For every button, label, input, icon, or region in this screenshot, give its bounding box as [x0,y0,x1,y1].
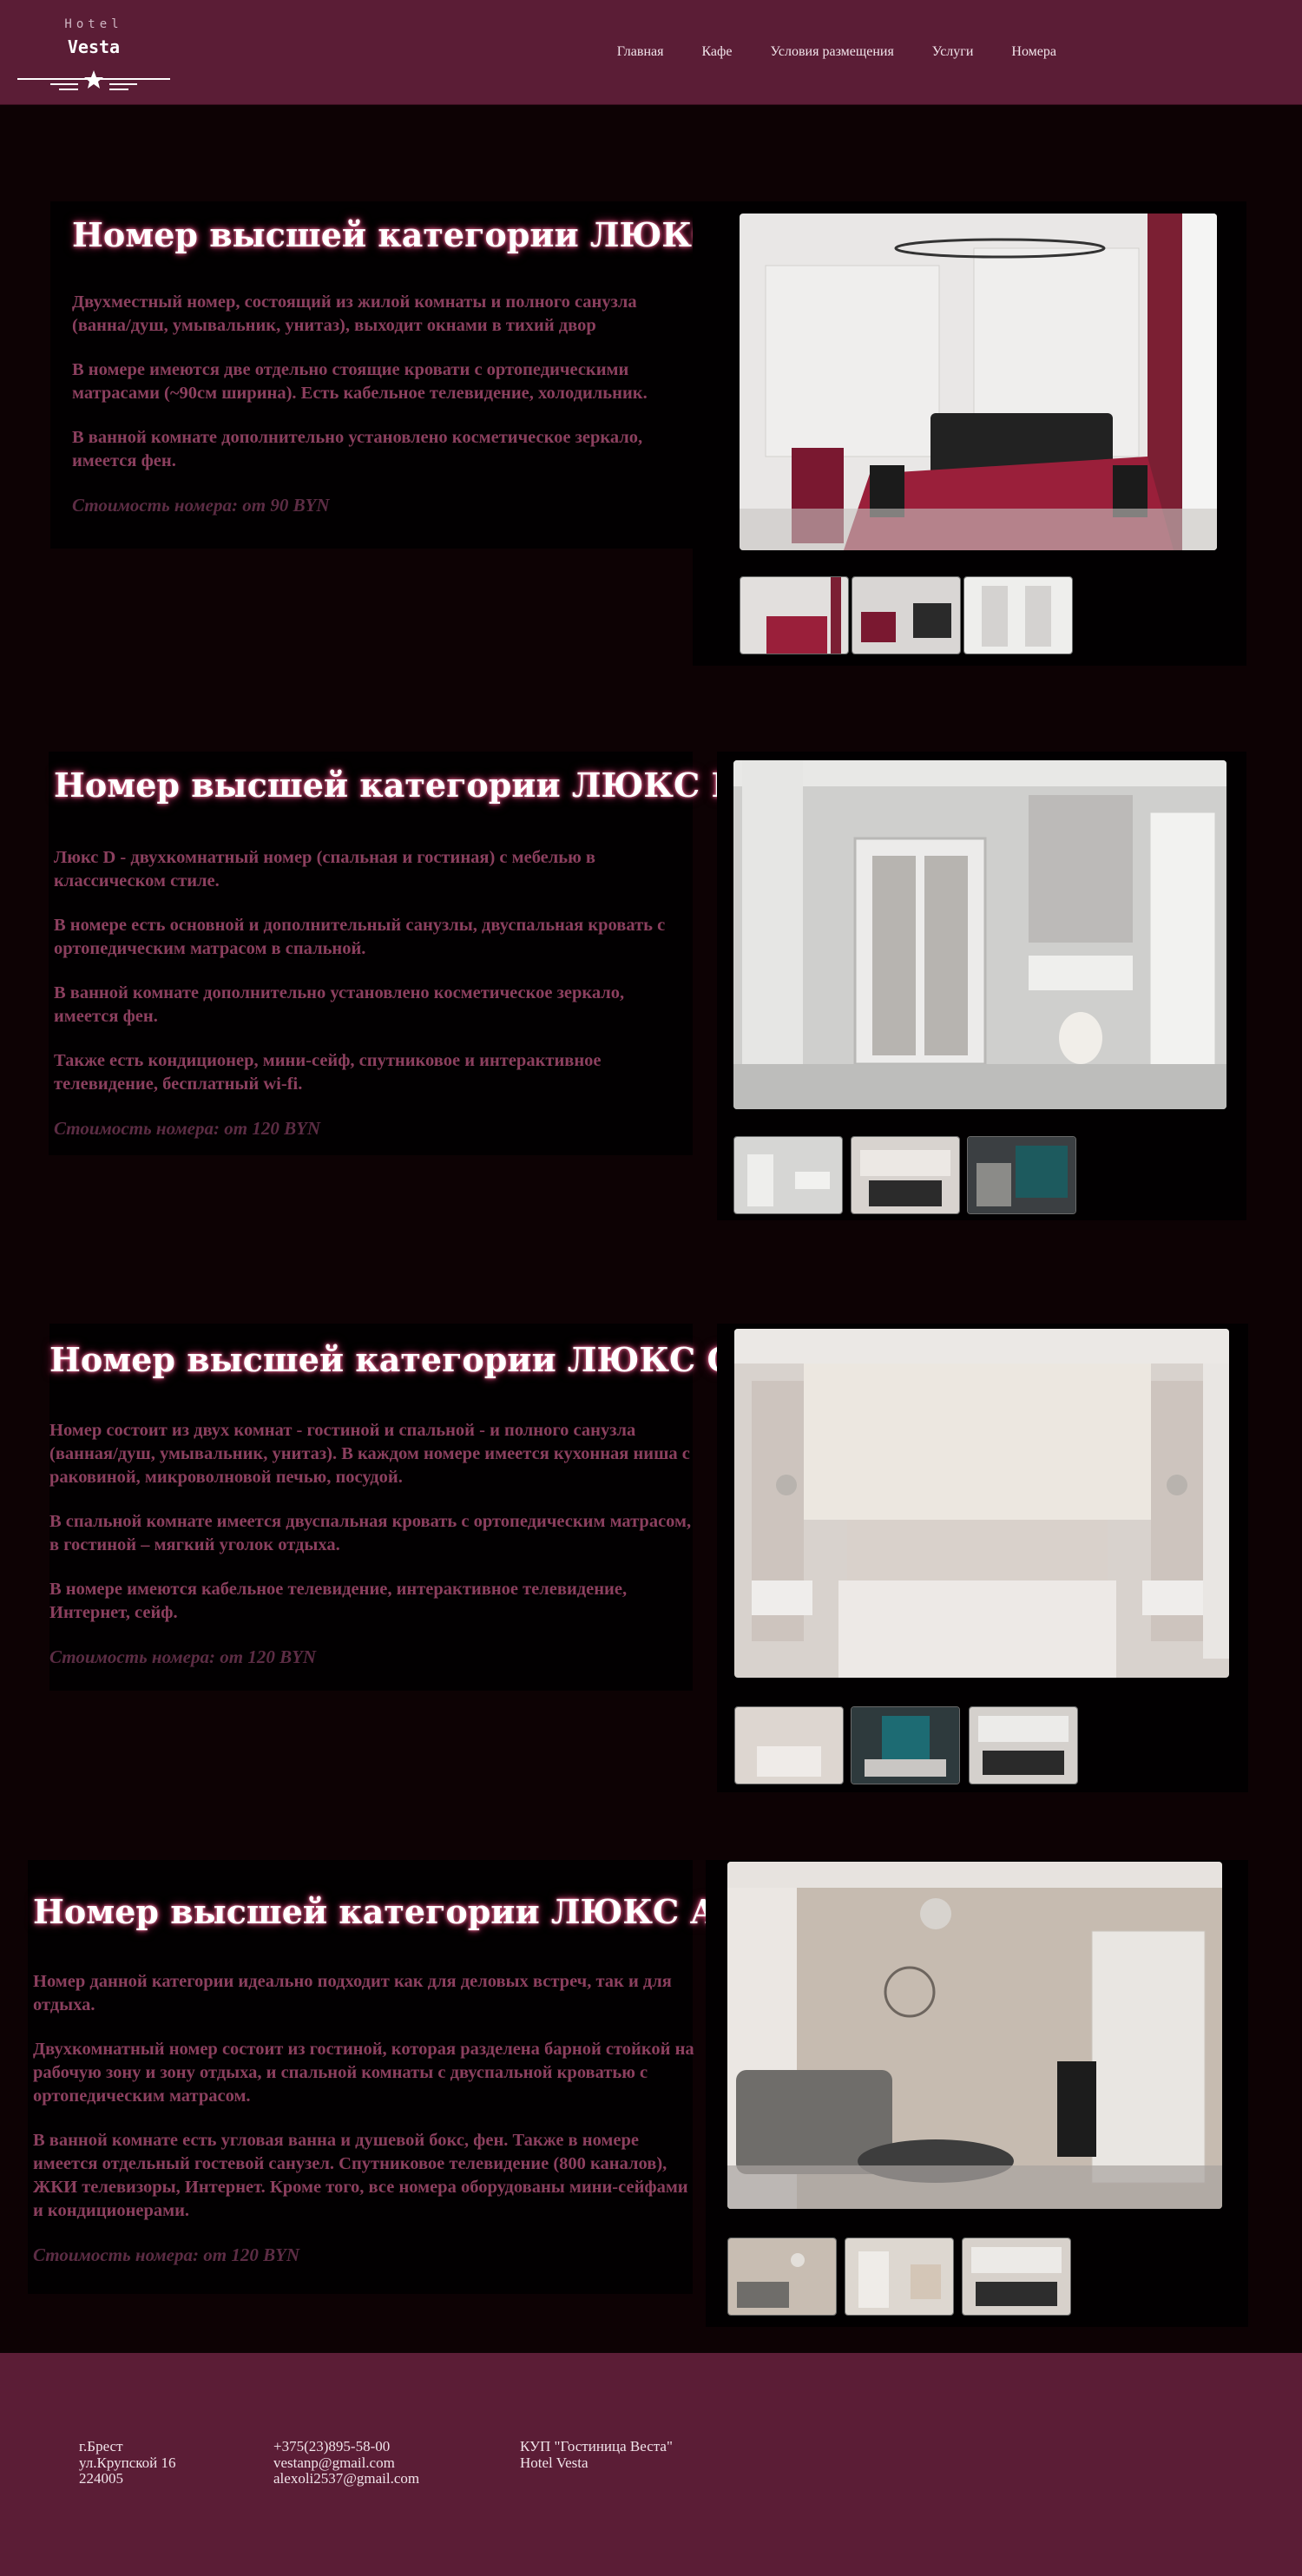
room-price: Стоимость номера: от 90 BYN [72,495,330,516]
room-title: Номер высшей категории ЛЮКС A [33,1892,716,1931]
room-thumb[interactable] [845,2238,954,2316]
room-paragraph: Номер состоит из двух комнат - гостиной … [49,1421,690,1487]
room-thumb[interactable] [969,1706,1078,1784]
room-paragraph: В номере есть основной и дополнительный … [54,916,666,958]
room-paragraph: Также есть кондиционер, мини-сейф, спутн… [54,1051,602,1094]
room-main-photo[interactable] [727,1862,1222,2209]
star-icon [84,70,103,89]
room-title: Номер высшей категории ЛЮКС B [72,215,758,254]
room-thumb[interactable] [851,1136,960,1214]
room-price: Стоимость номера: от 120 BYN [54,1118,321,1139]
room-thumb[interactable] [962,2238,1071,2316]
room-paragraph: В номере имеются кабельное телевидение, … [49,1580,628,1622]
main-nav: Главная Кафе Условия размещения Услуги Н… [617,0,1056,104]
footer-phone[interactable]: +375(23)895-58-00 [273,2438,419,2455]
room-price: Стоимость номера: от 120 BYN [49,1646,317,1667]
room-thumb[interactable] [733,1136,843,1214]
room-paragraph: Номер данной категории идеально подходит… [33,1972,672,2014]
footer-company-name: КУП "Гостиница Веста" [520,2438,673,2454]
footer-street: ул.Крупской 16 [79,2454,176,2471]
room-main-photo[interactable] [740,214,1217,550]
footer-email[interactable]: vestanp@gmail.com [273,2454,419,2472]
footer-postcode: 224005 [79,2470,123,2487]
site-header: Hotel Vesta Главная Кафе Условия размеще… [0,0,1302,105]
footer-company: КУП "Гостиница Веста" Hotel Vesta [520,2438,673,2471]
nav-services[interactable]: Услуги [932,44,974,60]
footer-hotel-name: Hotel Vesta [520,2454,589,2471]
logo-ornament [17,70,170,90]
nav-cafe[interactable]: Кафе [701,44,732,60]
room-paragraph: Двухкомнатный номер состоит из гостиной,… [33,2040,694,2106]
room-description: Двухместный номер, состоящий из жилой ко… [72,291,680,517]
room-title: Номер высшей категории ЛЮКС D [54,766,740,805]
nav-home[interactable]: Главная [617,44,664,60]
room-description: Номер состоит из двух комнат - гостиной … [49,1419,696,1669]
room-thumb[interactable] [967,1136,1076,1214]
room-paragraph: В спальной комнате имеется двуспальная к… [49,1512,692,1554]
hotel-logo[interactable]: Hotel Vesta [16,12,172,90]
nav-rooms[interactable]: Номера [1011,44,1056,60]
room-thumb[interactable] [727,2238,837,2316]
room-price: Стоимость номера: от 120 BYN [33,2244,300,2265]
room-thumb[interactable] [963,576,1073,654]
room-description: Люкс D - двухкомнатный номер (спальная и… [54,846,687,1140]
room-thumb[interactable] [852,576,961,654]
logo-name: Vesta [67,36,121,57]
room-paragraph: В ванной комнате дополнительно установле… [54,983,625,1026]
footer-email[interactable]: alexoli2537@gmail.com [273,2470,419,2487]
room-paragraph: Двухместный номер, состоящий из жилой ко… [72,292,637,335]
site-footer: г.Брест ул.Крупской 16 224005 +375(23)89… [0,2353,1302,2576]
nav-conditions[interactable]: Условия размещения [771,44,894,60]
room-title: Номер высшей категории ЛЮКС C [49,1340,733,1379]
room-thumb[interactable] [851,1706,960,1784]
room-thumb[interactable] [734,1706,844,1784]
room-paragraph: В номере имеются две отдельно стоящие кр… [72,360,648,403]
room-description: Номер данной категории идеально подходит… [33,1970,694,2267]
room-paragraph: Люкс D - двухкомнатный номер (спальная и… [54,848,595,890]
room-thumb[interactable] [740,576,849,654]
room-paragraph: В ванной комнате дополнительно установле… [72,428,643,470]
footer-city: г.Брест [79,2438,123,2454]
footer-contacts: +375(23)895-58-00 vestanp@gmail.com alex… [273,2438,419,2487]
logo-hotel-label: Hotel [64,17,123,31]
room-main-photo[interactable] [734,1329,1229,1678]
room-paragraph: В ванной комнате есть угловая ванна и ду… [33,2131,688,2220]
room-main-photo[interactable] [733,760,1226,1109]
footer-address: г.Брест ул.Крупской 16 224005 [79,2438,176,2487]
